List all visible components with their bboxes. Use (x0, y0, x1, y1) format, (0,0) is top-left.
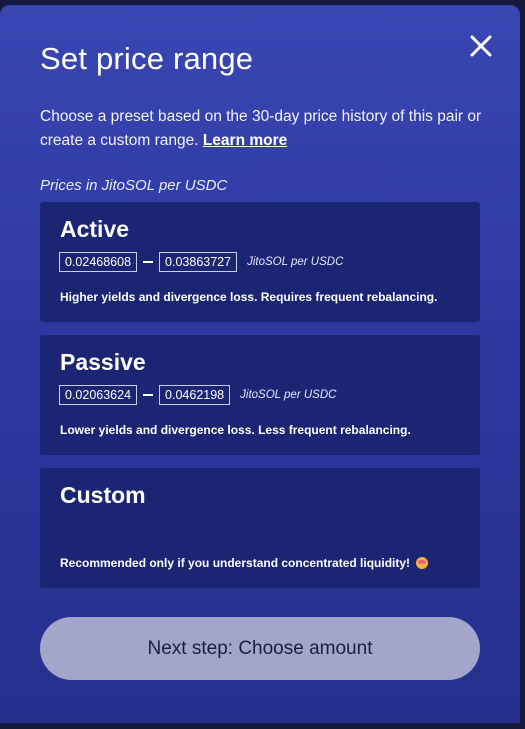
range-separator (143, 261, 154, 263)
preset-card-active[interactable]: Active 0.02468608 0.03863727 JitoSOL per… (40, 202, 480, 322)
flushed-face-icon (416, 557, 429, 569)
max-price-field[interactable]: 0.0462198 (159, 385, 231, 405)
card-description: Lower yields and divergence loss. Less f… (60, 423, 411, 437)
min-price-field[interactable]: 0.02063624 (59, 385, 138, 405)
price-range-modal: Set price range Choose a preset based on… (0, 5, 520, 723)
max-price-field[interactable]: 0.03863727 (159, 252, 238, 272)
card-title: Active (60, 216, 130, 242)
range-unit: JitoSOL per USDC (240, 389, 337, 401)
learn-more-link[interactable]: Learn more (203, 132, 287, 149)
units-caption: Prices in JitoSOL per USDC (40, 177, 228, 194)
modal-title: Set price range (40, 41, 254, 76)
close-icon (470, 35, 492, 57)
card-description: Higher yields and divergence loss. Requi… (60, 290, 438, 304)
min-price-field[interactable]: 0.02468608 (59, 252, 138, 272)
card-description-text: Recommended only if you understand conce… (60, 556, 411, 570)
next-step-button[interactable]: Next step: Choose amount (40, 617, 480, 680)
range-unit: JitoSOL per USDC (247, 256, 344, 268)
price-range-row: 0.02468608 0.03863727 JitoSOL per USDC (59, 252, 343, 272)
price-range-row: 0.02063624 0.0462198 JitoSOL per USDC (59, 385, 336, 405)
close-button[interactable] (466, 31, 496, 61)
preset-card-passive[interactable]: Passive 0.02063624 0.0462198 JitoSOL per… (40, 335, 480, 455)
preset-card-custom[interactable]: Custom Recommended only if you understan… (40, 468, 480, 588)
card-title: Custom (60, 482, 146, 508)
range-separator (143, 394, 154, 396)
card-title: Passive (60, 349, 146, 375)
modal-description: Choose a preset based on the 30-day pric… (40, 105, 490, 153)
card-description: Recommended only if you understand conce… (60, 556, 429, 570)
